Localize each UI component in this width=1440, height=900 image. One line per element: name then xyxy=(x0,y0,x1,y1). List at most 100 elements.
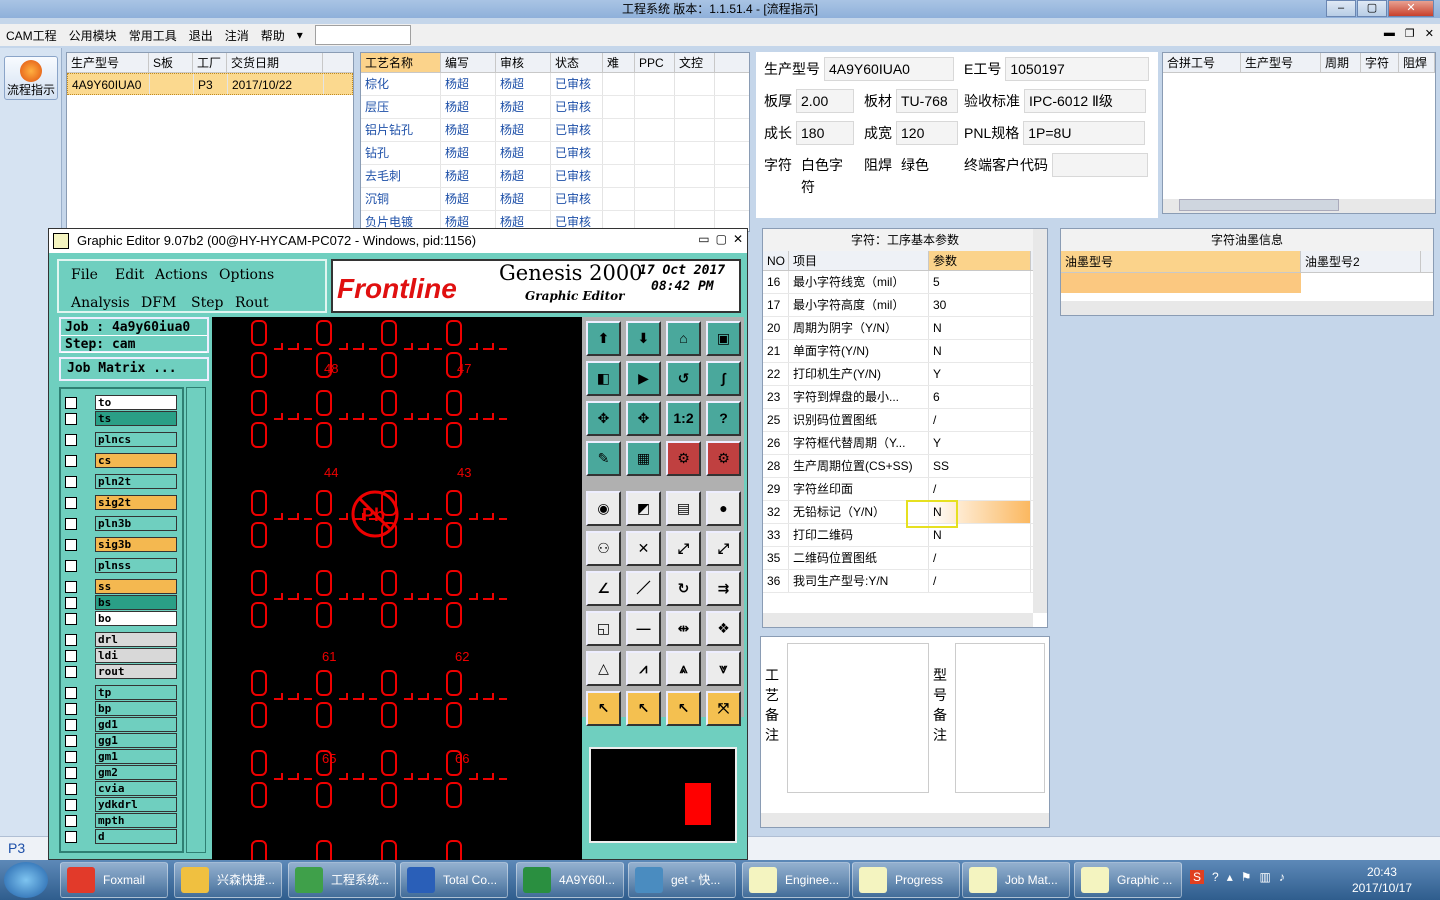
layer-checkbox[interactable] xyxy=(65,538,77,551)
layer-name[interactable]: gm1 xyxy=(95,749,177,764)
param-vscroll[interactable] xyxy=(1033,229,1047,613)
tool-icon[interactable]: ⤢ xyxy=(706,531,741,566)
ge-close[interactable]: ✕ xyxy=(733,232,743,246)
col-ppc[interactable]: PPC xyxy=(635,53,675,72)
mat-value[interactable]: TU-768 xyxy=(896,89,958,113)
layer-row[interactable]: bo xyxy=(65,611,177,626)
mdi-close[interactable]: ✕ xyxy=(1425,27,1434,40)
param-row[interactable]: 33 打印二维码 N xyxy=(763,524,1047,547)
layer-checkbox[interactable] xyxy=(65,433,77,446)
table-row[interactable]: 沉铜 杨超 杨超 已审核 xyxy=(361,188,749,211)
layer-name[interactable]: bp xyxy=(95,701,177,716)
clock[interactable]: 20:43 2017/10/17 xyxy=(1352,864,1412,896)
layer-row[interactable]: drl xyxy=(65,632,177,647)
tool-icon[interactable]: 1:2 xyxy=(666,401,701,436)
layer-name[interactable]: gm2 xyxy=(95,765,177,780)
tray-help-icon[interactable]: ? xyxy=(1212,870,1219,884)
layer-name[interactable]: sig2t xyxy=(95,495,177,510)
tool-icon[interactable]: ▣ xyxy=(706,321,741,356)
tool-icon[interactable]: ◱ xyxy=(586,611,621,646)
layer-name[interactable]: ydkdrl xyxy=(95,797,177,812)
layer-row[interactable]: to xyxy=(65,395,177,410)
layer-scrollbar[interactable] xyxy=(186,387,206,853)
layer-checkbox[interactable] xyxy=(65,633,77,646)
layer-name[interactable]: pln3b xyxy=(95,516,177,531)
tool-icon[interactable]: ⩓ xyxy=(666,651,701,686)
col-writer[interactable]: 编写 xyxy=(441,53,496,72)
taskbar-item[interactable]: Progress xyxy=(852,862,960,898)
thick-value[interactable]: 2.00 xyxy=(796,89,854,113)
layer-row[interactable]: cvia xyxy=(65,781,177,796)
tool-icon[interactable]: ◉ xyxy=(586,491,621,526)
ge-minimize[interactable]: ▭ xyxy=(698,232,709,246)
param-row[interactable]: 29 字符丝印面 / xyxy=(763,478,1047,501)
tool-icon[interactable]: ／ xyxy=(626,571,661,606)
layer-checkbox[interactable] xyxy=(65,686,77,699)
col-reviewer[interactable]: 审核 xyxy=(496,53,551,72)
layer-name[interactable]: plncs xyxy=(95,432,177,447)
col-model[interactable]: 生产型号 xyxy=(1241,53,1321,72)
layer-row[interactable]: pln2t xyxy=(65,474,177,489)
ge-menu-edit[interactable]: Edit xyxy=(115,267,144,283)
layer-checkbox[interactable] xyxy=(65,396,77,409)
tool-icon[interactable]: ∫ xyxy=(706,361,741,396)
tray-network-icon[interactable]: ▥ xyxy=(1260,870,1271,884)
table-row[interactable]: 铝片钻孔 杨超 杨超 已审核 xyxy=(361,119,749,142)
tray-up-icon[interactable]: ▴ xyxy=(1227,870,1233,884)
prod-model-value[interactable]: 4A9Y60IUA0 xyxy=(824,57,954,81)
layer-checkbox[interactable] xyxy=(65,766,77,779)
col-date[interactable]: 交货日期 xyxy=(227,53,323,72)
layer-checkbox[interactable] xyxy=(65,596,77,609)
layer-checkbox[interactable] xyxy=(65,475,77,488)
layer-checkbox[interactable] xyxy=(65,718,77,731)
layer-checkbox[interactable] xyxy=(65,830,77,843)
tool-icon[interactable]: ✎ xyxy=(586,441,621,476)
tool-icon[interactable]: ⚙ xyxy=(666,441,701,476)
taskbar-item[interactable]: Total Co... xyxy=(400,862,508,898)
layer-name[interactable]: gg1 xyxy=(95,733,177,748)
layer-row[interactable]: ldi xyxy=(65,648,177,663)
col-factory[interactable]: 工厂 xyxy=(193,53,227,72)
col-cycle[interactable]: 周期 xyxy=(1321,53,1361,72)
tool-icon[interactable]: ⚙ xyxy=(706,441,741,476)
layer-name[interactable]: bo xyxy=(95,611,177,626)
tool-icon[interactable]: ◩ xyxy=(626,491,661,526)
layer-checkbox[interactable] xyxy=(65,798,77,811)
layer-row[interactable]: rout xyxy=(65,664,177,679)
layer-row[interactable]: ts xyxy=(65,411,177,426)
table-row[interactable]: 棕化 杨超 杨超 已审核 xyxy=(361,73,749,96)
taskbar-item[interactable]: Job Mat... xyxy=(962,862,1070,898)
tool-icon[interactable]: ⬆ xyxy=(586,321,621,356)
layer-row[interactable]: gm1 xyxy=(65,749,177,764)
param-row[interactable]: 16 最小字符线宽（mil） 5 xyxy=(763,271,1047,294)
layer-row[interactable]: pln3b xyxy=(65,516,177,531)
col-param[interactable]: 参数 xyxy=(929,251,1031,270)
col-ink2[interactable]: 油墨型号2 xyxy=(1301,251,1421,272)
ge-menu-rout[interactable]: Rout xyxy=(235,295,269,311)
ge-menu-analysis[interactable]: Analysis xyxy=(71,295,130,311)
tool-icon[interactable]: — xyxy=(626,611,661,646)
layer-row[interactable]: tp xyxy=(65,685,177,700)
menu-tools[interactable]: 常用工具 xyxy=(129,27,177,44)
layer-checkbox[interactable] xyxy=(65,496,77,509)
minimize-button[interactable]: – xyxy=(1326,0,1356,17)
layer-checkbox[interactable] xyxy=(65,580,77,593)
tool-icon[interactable]: ↖ xyxy=(586,691,621,726)
layer-name[interactable]: gd1 xyxy=(95,717,177,732)
menu-public[interactable]: 公用模块 xyxy=(69,27,117,44)
param-row[interactable]: 26 字符框代替周期（Y... Y xyxy=(763,432,1047,455)
mdi-min[interactable]: ▬ xyxy=(1384,27,1395,40)
char-value[interactable]: 白色字符 xyxy=(796,153,854,195)
tool-icon[interactable]: ⩔ xyxy=(706,651,741,686)
layer-checkbox[interactable] xyxy=(65,702,77,715)
layer-name[interactable]: cvia xyxy=(95,781,177,796)
layer-name[interactable]: drl xyxy=(95,632,177,647)
ge-menu-options[interactable]: Options xyxy=(219,267,274,283)
menu-logout[interactable]: 注消 xyxy=(225,27,249,44)
col-merge[interactable]: 合拼工号 xyxy=(1163,53,1241,72)
layer-row[interactable]: ss xyxy=(65,579,177,594)
overview-map[interactable] xyxy=(589,747,737,843)
layer-checkbox[interactable] xyxy=(65,734,77,747)
layer-row[interactable]: bs xyxy=(65,595,177,610)
tool-icon[interactable]: ▶ xyxy=(626,361,661,396)
